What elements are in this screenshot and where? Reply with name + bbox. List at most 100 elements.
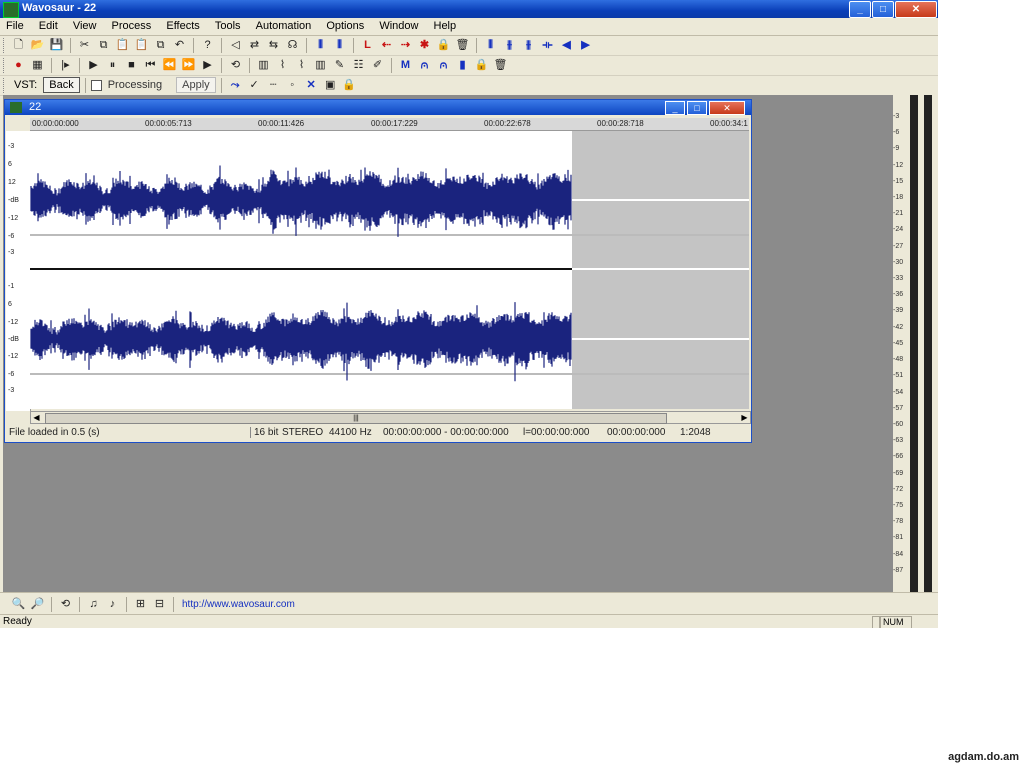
cut-icon[interactable]: ✂ xyxy=(76,37,93,53)
curve-icon[interactable]: ⤳ xyxy=(227,77,244,93)
zoom-out-icon[interactable]: 🔎 xyxy=(29,596,46,612)
zoom-selection-icon[interactable]: ♫ xyxy=(85,596,102,612)
paste-new-icon[interactable]: 📋 xyxy=(133,37,150,53)
marker-up-icon[interactable]: ⩀ xyxy=(416,57,433,73)
zoom-wave-icon[interactable]: ⫴ xyxy=(482,37,499,53)
back-button[interactable]: Back xyxy=(43,77,80,93)
marker-right-icon[interactable]: ⇢ xyxy=(397,37,414,53)
fast-forward-icon[interactable]: ⏩ xyxy=(180,57,197,73)
pause-icon[interactable]: ⏸ xyxy=(104,57,121,73)
fit-wave-icon[interactable]: ⟛ xyxy=(539,37,556,53)
bin-icon[interactable]: 🗑 xyxy=(492,57,509,73)
menu-effects[interactable]: Effects xyxy=(160,18,205,32)
go-start-icon[interactable]: ⏮ xyxy=(142,57,159,73)
menu-edit[interactable]: Edit xyxy=(33,18,64,32)
marker-icon[interactable]: L xyxy=(359,37,376,53)
separator xyxy=(173,596,174,612)
menu-file[interactable]: File xyxy=(0,18,30,32)
loop-icon[interactable]: ⟲ xyxy=(227,57,244,73)
go-end-icon[interactable]: ▶ xyxy=(199,57,216,73)
doc-maximize-button[interactable]: □ xyxy=(687,101,707,115)
envelope-icon[interactable]: ⌇ xyxy=(274,57,291,73)
region-icon[interactable]: ▮ xyxy=(454,57,471,73)
dot-icon[interactable]: ◦ xyxy=(284,77,301,93)
vst-play-icon[interactable]: ▣ xyxy=(322,77,339,93)
zoom-out-wave-icon[interactable]: ⫵ xyxy=(520,37,537,53)
record-settings-icon[interactable]: ▦ xyxy=(29,57,46,73)
nav-right-icon[interactable]: ▶ xyxy=(577,37,594,53)
fx-icon[interactable]: ☊ xyxy=(284,37,301,53)
mix-paste-icon[interactable]: ⧉ xyxy=(152,37,169,53)
save-icon[interactable]: 💾 xyxy=(48,37,65,53)
divider xyxy=(250,427,251,438)
menu-help[interactable]: Help xyxy=(428,18,463,32)
doc-close-button[interactable]: ✕ xyxy=(709,101,745,115)
meter-scale-label: -60 xyxy=(893,420,904,428)
y-label: -3 xyxy=(8,143,15,150)
zoom-all-icon[interactable]: ♪ xyxy=(104,596,121,612)
record-icon[interactable]: ● xyxy=(10,57,27,73)
cross-icon[interactable]: ✕ xyxy=(303,77,320,93)
vertical-zoom-in-icon[interactable]: ⊞ xyxy=(132,596,149,612)
marker-in-icon[interactable]: M xyxy=(397,57,414,73)
play-from-start-icon[interactable]: |▸ xyxy=(57,57,74,73)
copy-icon[interactable]: ⧉ xyxy=(95,37,112,53)
menu-window[interactable]: Window xyxy=(373,18,424,32)
minimize-button[interactable]: _ xyxy=(849,1,871,18)
dash-icon[interactable]: ┄ xyxy=(265,77,282,93)
trash-icon[interactable]: 🗑 xyxy=(454,37,471,53)
menu-process[interactable]: Process xyxy=(106,18,158,32)
ruler-label: 00:00:05:713 xyxy=(145,119,192,128)
draw-icon[interactable]: ✐ xyxy=(369,57,386,73)
doc-minimize-button[interactable]: _ xyxy=(665,101,685,115)
scroll-left-icon[interactable]: ◀ xyxy=(31,412,42,423)
marker-delete-icon[interactable]: ✱ xyxy=(416,37,433,53)
help-icon[interactable]: ? xyxy=(199,37,216,53)
nav-left-icon[interactable]: ◀ xyxy=(558,37,575,53)
zoom-in-wave-icon[interactable]: ⫵ xyxy=(501,37,518,53)
rewind-icon[interactable]: ⏪ xyxy=(161,57,178,73)
scroll-right-icon[interactable]: ▶ xyxy=(739,412,750,423)
scroll-thumb[interactable]: ||| xyxy=(45,413,667,424)
mute-icon[interactable]: ◁ xyxy=(227,37,244,53)
mixer-icon[interactable]: ☷ xyxy=(350,57,367,73)
marker-down-icon[interactable]: ⩀ xyxy=(435,57,452,73)
invert-icon[interactable]: ⇆ xyxy=(265,37,282,53)
vertical-zoom-out-icon[interactable]: ⊟ xyxy=(151,596,168,612)
processing-checkbox[interactable] xyxy=(90,79,102,91)
reverse-icon[interactable]: ⇄ xyxy=(246,37,263,53)
bars-icon[interactable]: ▥ xyxy=(312,57,329,73)
maximize-button[interactable]: □ xyxy=(872,1,894,18)
lock2-icon[interactable]: 🔒 xyxy=(473,57,490,73)
menu-automation[interactable]: Automation xyxy=(250,18,318,32)
horizontal-scrollbar[interactable]: ◀ ||| ▶ xyxy=(30,411,751,424)
apply-button[interactable]: Apply xyxy=(176,77,216,93)
check-icon[interactable]: ✓ xyxy=(246,77,263,93)
menu-view[interactable]: View xyxy=(67,18,103,32)
time-ruler[interactable]: 00:00:00:000 00:00:05:713 00:00:11:426 0… xyxy=(30,118,749,131)
menu-options[interactable]: Options xyxy=(320,18,370,32)
zoom-in-icon[interactable]: 🔍 xyxy=(10,596,27,612)
lock-icon[interactable]: 🔒 xyxy=(435,37,452,53)
stop-icon[interactable]: ■ xyxy=(123,57,140,73)
waveform-display[interactable] xyxy=(30,131,749,409)
pencil-icon[interactable]: ✎ xyxy=(331,57,348,73)
menu-tools[interactable]: Tools xyxy=(209,18,247,32)
close-button[interactable]: ✕ xyxy=(895,1,937,18)
website-link[interactable]: http://www.wavosaur.com xyxy=(179,599,295,610)
normalize-icon[interactable]: ⫴ xyxy=(312,37,329,53)
marker-left-icon[interactable]: ⇠ xyxy=(378,37,395,53)
play-icon[interactable]: ▶ xyxy=(85,57,102,73)
undo-icon[interactable]: ↶ xyxy=(171,37,188,53)
open-folder-icon[interactable]: 📂 xyxy=(29,37,46,53)
paste-icon[interactable]: 📋 xyxy=(114,37,131,53)
meter-scale-label: -51 xyxy=(893,372,904,380)
new-file-icon[interactable]: 🗋 xyxy=(10,37,27,53)
vst-lock-icon[interactable]: 🔒 xyxy=(341,77,358,93)
window-title: Wavosaur - 22 xyxy=(22,2,97,14)
spectrum-icon[interactable]: ▥ xyxy=(255,57,272,73)
waveform-path xyxy=(30,302,572,382)
amplify-icon[interactable]: ⫴ xyxy=(331,37,348,53)
analysis-icon[interactable]: ⌇ xyxy=(293,57,310,73)
loop-region-icon[interactable]: ⟲ xyxy=(57,596,74,612)
